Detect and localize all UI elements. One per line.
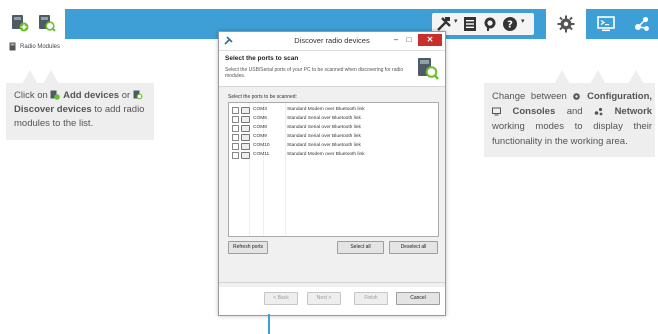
callout-configuration: Configuration, (587, 91, 653, 102)
port-checkbox[interactable] (232, 107, 239, 114)
add-device-icon (50, 90, 61, 100)
serial-port-icon (241, 125, 250, 132)
network-icon (594, 107, 603, 116)
discover-device-icon[interactable] (38, 14, 56, 32)
port-row[interactable]: COM3 Standard Modem over Bluetooth link (232, 106, 432, 114)
help-icon[interactable]: ? (502, 16, 518, 32)
cancel-button[interactable]: Cancel (396, 292, 440, 305)
port-name: COM9 (253, 134, 267, 139)
port-description: Standard Modem over Bluetooth link (287, 152, 365, 157)
callout-text-change-between: Change between (492, 91, 567, 102)
configuration-mode-button[interactable] (546, 9, 586, 39)
port-name: COM11 (253, 152, 270, 157)
list-icon[interactable] (463, 16, 477, 32)
port-name: COM10 (253, 143, 270, 148)
device-tools (0, 9, 65, 39)
dialog-description: Select the USB/Serial ports of your PC t… (225, 67, 404, 79)
port-description: Standard Serial over Bluetooth link (287, 143, 361, 148)
port-checkbox[interactable] (232, 134, 239, 141)
serial-port-icon (241, 152, 250, 159)
callout-add-devices: Add devices (63, 90, 120, 101)
port-row[interactable]: COM9 Standard Serial over Bluetooth link (232, 133, 432, 141)
callout-network: Network (614, 106, 653, 117)
support-icon[interactable] (482, 16, 498, 32)
port-row[interactable]: COM8 Standard Serial over Bluetooth link (232, 124, 432, 132)
svg-text:?: ? (507, 20, 513, 31)
dialog-heading: Select the ports to scan (225, 55, 299, 62)
callout-text-or: or (121, 90, 131, 101)
back-button[interactable]: < Back (264, 292, 298, 305)
dialog-body: Select the ports to be scanned: COM3 Sta… (219, 86, 445, 287)
select-all-button[interactable]: Select all (337, 241, 384, 254)
discover-radio-devices-dialog: Discover radio devices – □ ✕ Select the … (218, 31, 446, 316)
toolbar-actions: ▾ ? ▾ (432, 13, 534, 35)
serial-port-icon (241, 143, 250, 150)
tools-dropdown-icon[interactable]: ▾ (454, 17, 458, 25)
serial-port-icon (241, 107, 250, 114)
discover-device-icon (418, 58, 439, 80)
serial-port-icon (241, 134, 250, 141)
radio-module-icon (9, 42, 16, 51)
next-button[interactable]: Next > (307, 292, 341, 305)
add-devices-callout: Click on Add devices or Discover devices… (6, 70, 154, 140)
refresh-ports-button[interactable]: Refresh ports (228, 241, 268, 254)
finish-button[interactable]: Finish (354, 292, 388, 305)
network-mode-button[interactable] (622, 9, 658, 39)
tools-icon[interactable] (436, 16, 452, 32)
callout-discover-devices: Discover devices (14, 104, 92, 115)
close-button[interactable]: ✕ (418, 34, 442, 46)
deselect-all-button[interactable]: Deselect all (389, 241, 438, 254)
callout-text-click-on: Click on (14, 90, 48, 101)
callout-text-and: and (566, 106, 583, 117)
port-name: COM6 (253, 116, 267, 121)
port-row[interactable]: COM11 Standard Modem over Bluetooth link (232, 151, 432, 159)
consoles-mode-button[interactable] (586, 9, 626, 39)
add-device-icon[interactable] (11, 14, 29, 32)
port-checkbox[interactable] (232, 116, 239, 123)
minimize-button[interactable]: – (390, 34, 402, 46)
maximize-button[interactable]: □ (403, 34, 415, 46)
port-checkbox[interactable] (232, 152, 239, 159)
working-modes-callout: Change between Configuration, Consoles a… (484, 70, 655, 157)
gear-icon (573, 93, 581, 100)
port-checkbox[interactable] (232, 125, 239, 132)
port-description: Standard Modem over Bluetooth link (287, 107, 365, 112)
port-checkbox[interactable] (232, 143, 239, 150)
radio-modules-label: Radio Modules (20, 44, 61, 50)
callout-consoles: Consoles (512, 106, 556, 117)
network-icon (635, 16, 649, 31)
port-description: Standard Serial over Bluetooth link (287, 125, 361, 130)
dialog-title-bar[interactable]: Discover radio devices – □ ✕ (219, 32, 445, 51)
serial-port-icon (241, 116, 250, 123)
port-description: Standard Serial over Bluetooth link (287, 134, 361, 139)
discover-device-icon (133, 90, 143, 100)
port-row[interactable]: COM6 Standard Serial over Bluetooth link (232, 115, 432, 123)
console-icon (597, 16, 615, 32)
port-name: COM3 (253, 107, 267, 112)
port-row[interactable]: COM10 Standard Serial over Bluetooth lin… (232, 142, 432, 150)
callout-text-rest: working modes to display their functiona… (492, 121, 652, 147)
dialog-header: Select the ports to scan Select the USB/… (219, 51, 445, 85)
ports-list[interactable]: COM3 Standard Modem over Bluetooth link … (228, 102, 439, 237)
pointer-line (268, 314, 270, 334)
ports-label: Select the ports to be scanned: (228, 94, 297, 100)
console-icon (492, 107, 501, 116)
port-description: Standard Serial over Bluetooth link (287, 116, 361, 121)
port-name: COM8 (253, 125, 267, 130)
footer-divider (219, 282, 445, 283)
gear-icon (557, 15, 575, 33)
help-dropdown-icon[interactable]: ▾ (521, 17, 525, 25)
